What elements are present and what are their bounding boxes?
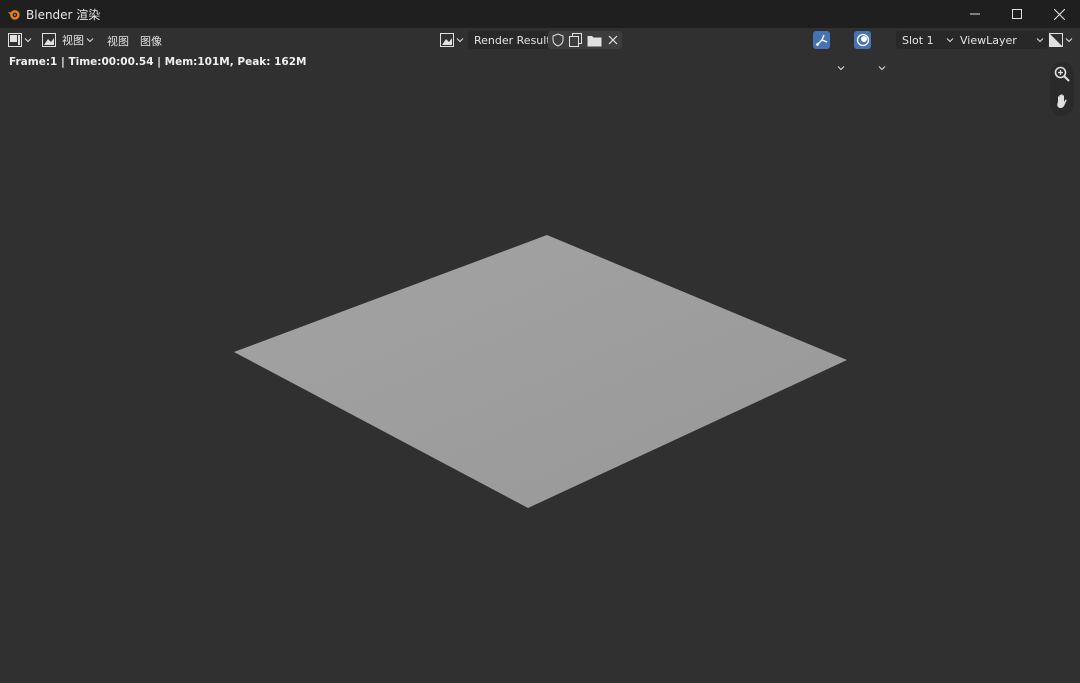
chevron-down-icon: [1036, 38, 1044, 43]
image-name-field[interactable]: Render Result: [468, 31, 552, 49]
menu-view[interactable]: 视图: [107, 33, 129, 49]
slot-label: Slot 1: [902, 33, 934, 47]
pan-hand-icon[interactable]: [1054, 93, 1070, 109]
close-button[interactable]: [1038, 0, 1080, 28]
image-name-label: Render Result: [474, 33, 551, 47]
display-channels-button[interactable]: [854, 31, 871, 49]
image-editor-header: 视图 视图 图像 Render Result Slot 1 ViewLayer: [0, 28, 1080, 71]
display-channels-icon: [856, 33, 869, 47]
editor-type-icon: [8, 33, 22, 47]
image-actions-group: [548, 31, 622, 49]
maximize-button[interactable]: [996, 0, 1038, 28]
chevron-down-icon: [946, 38, 954, 43]
chevron-down-icon: [1065, 38, 1073, 43]
image-browse-icon: [440, 33, 454, 47]
navigation-gizmo: [1050, 62, 1074, 116]
open-image-icon[interactable]: [587, 34, 602, 47]
slot-dropdown[interactable]: Slot 1: [896, 31, 958, 49]
render-viewport[interactable]: [0, 72, 1080, 683]
close-icon: [1053, 8, 1065, 20]
new-image-icon[interactable]: [569, 33, 583, 47]
minimize-icon: [970, 13, 980, 15]
view-mode-icon: [42, 33, 56, 47]
editor-type-button[interactable]: [8, 31, 32, 49]
view-mode-label: 视图: [62, 34, 84, 47]
menu-image[interactable]: 图像: [140, 33, 162, 49]
unlink-x-icon[interactable]: [608, 35, 618, 45]
window-titlebar: Blender 渲染: [0, 0, 1080, 28]
chevron-down-icon[interactable]: [837, 64, 845, 72]
maximize-icon: [1012, 9, 1022, 19]
view-mode-button[interactable]: 视图: [42, 31, 94, 49]
sample-tool-button[interactable]: [813, 31, 830, 49]
window-controls: [954, 0, 1080, 28]
chevron-down-icon: [456, 38, 464, 43]
view-layer-label: ViewLayer: [960, 33, 1017, 47]
render-info-text: Frame:1 | Time:00:00.54 | Mem:101M, Peak…: [9, 56, 307, 68]
chevron-down-icon: [24, 38, 32, 43]
minimize-button[interactable]: [954, 0, 996, 28]
chevron-down-icon: [86, 38, 94, 43]
blender-logo-icon: [7, 10, 20, 20]
sample-tool-icon: [815, 34, 827, 46]
window-title: Blender 渲染: [26, 7, 101, 22]
color-display-button[interactable]: [1049, 31, 1073, 49]
fake-user-shield-icon[interactable]: [551, 33, 565, 47]
zoom-icon[interactable]: [1054, 66, 1070, 82]
chevron-down-icon[interactable]: [878, 64, 886, 72]
image-browse-button[interactable]: [440, 31, 464, 49]
view-layer-dropdown[interactable]: ViewLayer: [954, 31, 1048, 49]
color-display-icon: [1049, 33, 1063, 47]
